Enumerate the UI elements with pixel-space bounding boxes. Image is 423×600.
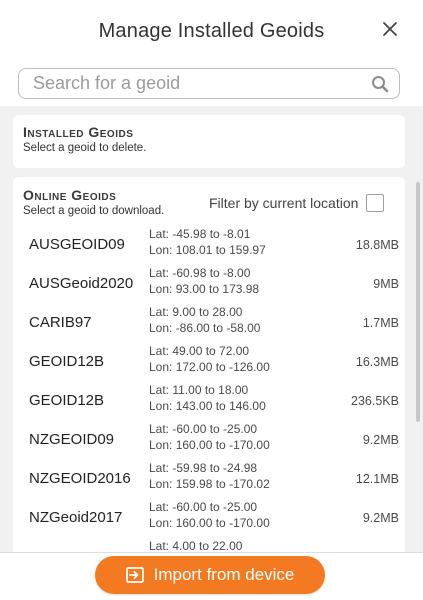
import-icon	[125, 567, 144, 583]
geoid-lat-range: Lat: 11.00 to 18.00	[149, 383, 249, 397]
geoid-list-item[interactable]: AUSGeoid2020 Lat: -60.98 to -8.00 Lon: 9…	[29, 264, 399, 304]
geoid-list-item[interactable]: NZGEOID09 Lat: -60.00 to -25.00 Lon: 160…	[29, 420, 399, 460]
geoid-lon-range: Lon: 160.00 to -170.00	[149, 438, 270, 452]
geoid-lon-range: Lon: 159.98 to -170.02	[149, 477, 270, 491]
geoid-list-item[interactable]: CARIB97 Lat: 9.00 to 28.00 Lon: -86.00 t…	[29, 303, 399, 343]
import-button-label: Import from device	[153, 565, 295, 584]
geoid-lon-range: Lon: 143.00 to 146.00	[149, 399, 266, 413]
geoid-size: 236.5KB	[351, 394, 399, 408]
geoid-list-item[interactable]: NZGeoid2017 Lat: -60.00 to -25.00 Lon: 1…	[29, 498, 399, 538]
manage-geoids-dialog: Manage Installed Geoids Installed Geoids…	[0, 0, 423, 600]
geoid-lat-range: Lat: -60.00 to -25.00	[149, 500, 258, 514]
geoid-size: 16.3MB	[355, 355, 399, 369]
geoid-name: AUSGeoid2020	[29, 275, 134, 292]
filter-location-checkbox[interactable]	[366, 194, 385, 212]
search-icon[interactable]	[371, 75, 389, 93]
geoid-size: 9.2MB	[362, 511, 399, 525]
geoid-list-item[interactable]: GEOID12B Lat: 11.00 to 18.00 Lon: 143.00…	[29, 381, 399, 421]
geoid-lat-range: Lat: 9.00 to 28.00	[149, 305, 243, 319]
online-geoids-subtitle: Select a geoid to download.	[23, 205, 165, 217]
geoid-lat-range: Lat: 4.00 to 22.00	[149, 539, 243, 553]
geoid-lon-range: Lon: -86.00 to -58.00	[149, 321, 261, 335]
geoid-name: NZGEOID2016	[29, 470, 131, 487]
geoid-name: GEOID12B	[29, 392, 105, 409]
geoid-name: NZGEOID09	[29, 431, 115, 448]
geoid-size: 12.1MB	[355, 472, 399, 486]
geoid-size: 9.2MB	[362, 433, 399, 447]
search-box	[18, 68, 400, 99]
geoid-lon-range: Lon: 93.00 to 173.98	[149, 282, 260, 296]
online-geoids-section: Online Geoids Select a geoid to download…	[13, 177, 405, 557]
search-input[interactable]	[19, 69, 349, 98]
geoid-size: 18.8MB	[355, 238, 399, 252]
filter-location-label: Filter by current location	[209, 195, 359, 211]
geoid-lon-range: Lon: 160.00 to -170.00	[149, 516, 270, 530]
geoid-size: 1.7MB	[362, 316, 399, 330]
geoid-lat-range: Lat: -60.98 to -8.00	[149, 266, 251, 280]
list-scrollbar[interactable]	[416, 182, 420, 422]
geoid-lat-range: Lat: -60.00 to -25.00	[149, 422, 258, 436]
geoid-name: AUSGEOID09	[29, 236, 125, 253]
dialog-header: Manage Installed Geoids	[0, 0, 423, 62]
geoid-name: GEOID12B	[29, 353, 105, 370]
filter-location-toggle: Filter by current location	[209, 194, 385, 212]
geoid-size: 9MB	[373, 277, 399, 291]
geoid-list-item[interactable]: NZGEOID2016 Lat: -59.98 to -24.98 Lon: 1…	[29, 459, 399, 499]
geoid-name: NZGeoid2017	[29, 509, 123, 526]
installed-geoids-title: Installed Geoids	[23, 124, 134, 140]
geoid-lat-range: Lat: -59.98 to -24.98	[149, 461, 258, 475]
geoid-lon-range: Lon: 172.00 to -126.00	[149, 360, 270, 374]
geoid-lat-range: Lat: 49.00 to 72.00	[149, 344, 250, 358]
online-geoids-title: Online Geoids	[23, 187, 117, 203]
dialog-title: Manage Installed Geoids	[98, 19, 325, 42]
installed-geoids-section: Installed Geoids Select a geoid to delet…	[13, 115, 405, 168]
import-from-device-button[interactable]: Import from device	[95, 556, 325, 594]
installed-geoids-subtitle: Select a geoid to delete.	[23, 142, 147, 154]
geoid-lon-range: Lon: 108.01 to 159.97	[149, 243, 266, 257]
geoid-lat-range: Lat: -45.98 to -8.01	[149, 227, 251, 241]
geoid-list-item[interactable]: GEOID12B Lat: 49.00 to 72.00 Lon: 172.00…	[29, 342, 399, 382]
geoid-list-item[interactable]: AUSGEOID09 Lat: -45.98 to -8.01 Lon: 108…	[29, 225, 399, 265]
geoid-name: CARIB97	[29, 314, 92, 331]
close-icon[interactable]	[379, 18, 401, 40]
